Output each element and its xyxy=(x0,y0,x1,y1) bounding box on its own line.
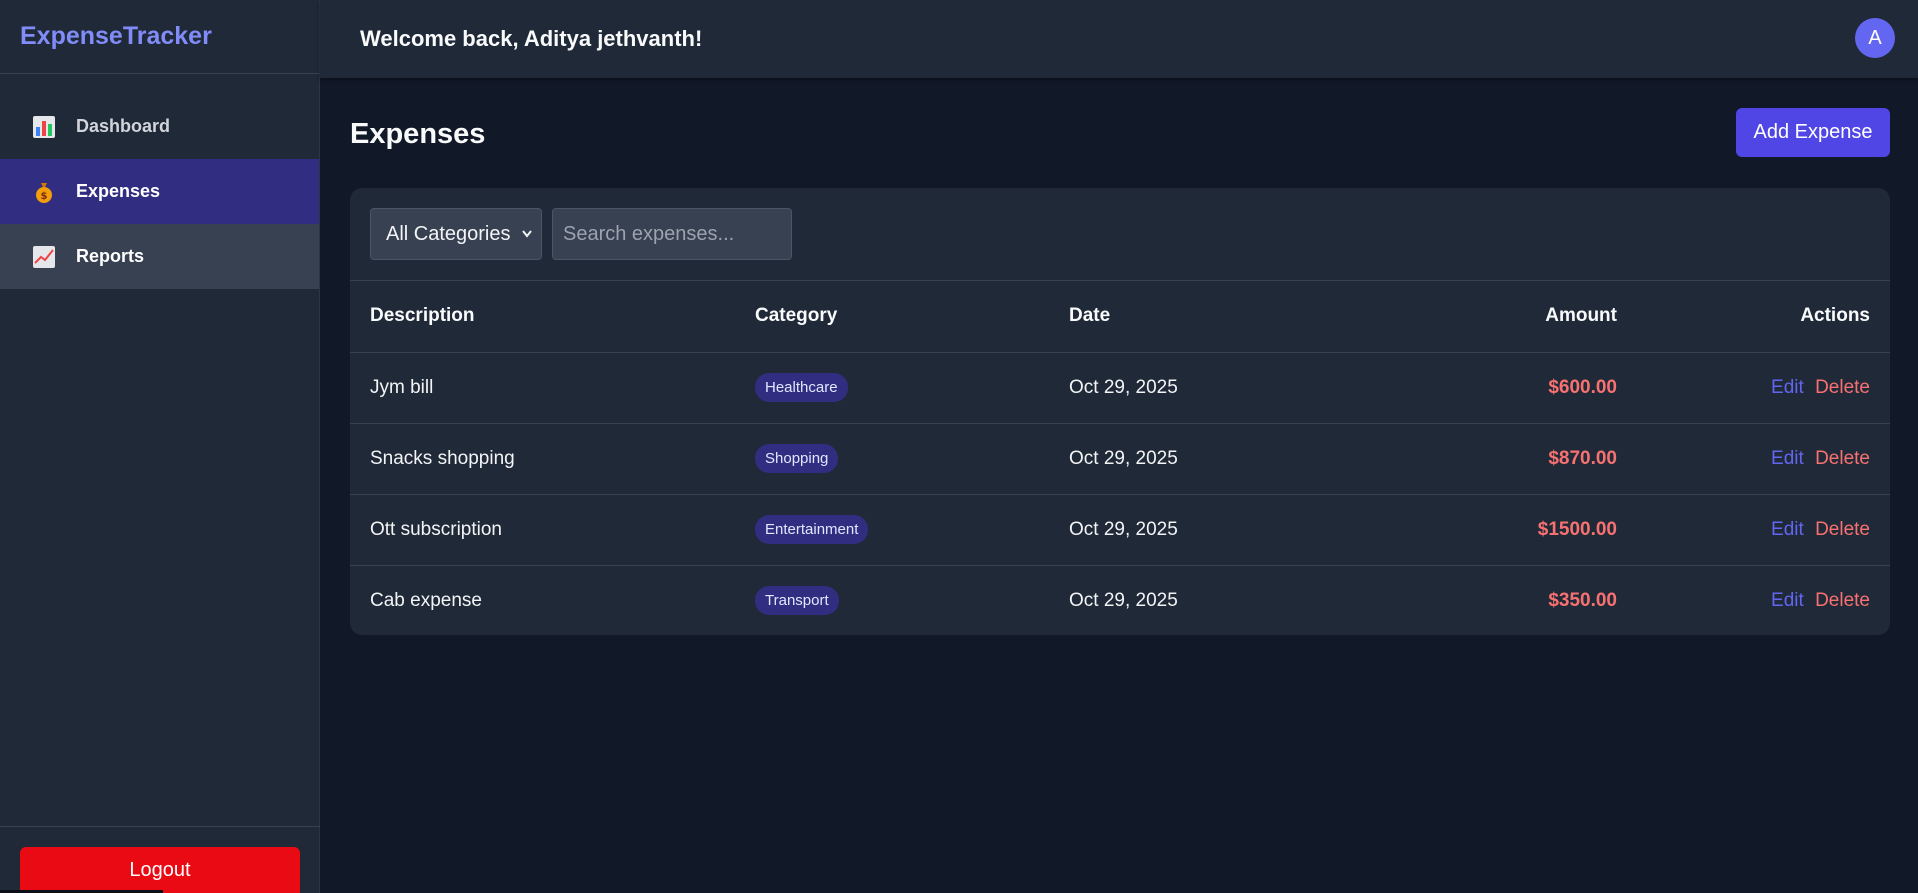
expense-date: Oct 29, 2025 xyxy=(1049,494,1349,566)
expense-amount: $1500.00 xyxy=(1349,494,1637,566)
edit-button[interactable]: Edit xyxy=(1771,590,1804,611)
category-cell: Healthcare xyxy=(735,352,1049,424)
table-row: Snacks shopping Shopping Oct 29, 2025 $8… xyxy=(350,423,1890,495)
expense-amount: $870.00 xyxy=(1349,423,1637,495)
column-header-description[interactable]: Description xyxy=(350,281,735,353)
category-cell: Transport xyxy=(735,565,1049,635)
expense-description: Cab expense xyxy=(370,589,482,611)
welcome-message: Welcome back, Aditya jethvanth! xyxy=(360,26,703,51)
expense-amount: $350.00 xyxy=(1548,589,1617,611)
edit-button[interactable]: Edit xyxy=(1771,519,1804,540)
category-select-value: All Categories xyxy=(386,222,511,245)
delete-button[interactable]: Delete xyxy=(1815,448,1870,469)
category-select[interactable]: All Categories xyxy=(370,208,542,260)
logout-button[interactable]: Logout xyxy=(20,847,300,893)
table-row: Ott subscription Entertainment Oct 29, 2… xyxy=(350,494,1890,566)
expense-date: Oct 29, 2025 xyxy=(1049,352,1349,424)
expenses-table: Description Category Date Amount Actions… xyxy=(350,281,1890,635)
delete-button[interactable]: Delete xyxy=(1815,519,1870,540)
chevron-down-icon xyxy=(521,225,533,249)
page-title: Expenses xyxy=(350,118,486,150)
search-input[interactable] xyxy=(552,208,792,260)
sidebar-item-expenses[interactable]: $ Expenses xyxy=(0,159,319,224)
avatar[interactable]: A xyxy=(1855,18,1895,58)
category-badge: Transport xyxy=(755,586,839,616)
delete-button[interactable]: Delete xyxy=(1815,590,1870,611)
column-header-amount[interactable]: Amount xyxy=(1349,281,1637,353)
category-badge: Shopping xyxy=(755,444,839,473)
row-actions: Edit Delete xyxy=(1637,494,1890,566)
add-expense-button[interactable]: Add Expense xyxy=(1736,108,1890,157)
sidebar-nav: Dashboard $ Expenses Reports xyxy=(0,94,319,289)
category-badge: Healthcare xyxy=(755,373,848,402)
sidebar-item-label: Expenses xyxy=(76,181,161,201)
sidebar-item-label: Reports xyxy=(76,246,145,266)
filter-bar: All Categories xyxy=(350,188,1890,281)
table-row: Cab expense Transport Oct 29, 2025 $350.… xyxy=(350,565,1890,635)
bar-chart-icon xyxy=(32,115,56,139)
row-actions: Edit Delete xyxy=(1637,352,1890,424)
expense-date: Oct 29, 2025 xyxy=(1069,589,1178,611)
column-header-date[interactable]: Date xyxy=(1049,281,1349,353)
sidebar-item-label: Dashboard xyxy=(76,116,171,136)
brand-logo[interactable]: ExpenseTracker xyxy=(0,0,319,74)
expense-description: Ott subscription xyxy=(350,494,735,566)
sidebar-item-reports[interactable]: Reports xyxy=(0,224,319,289)
sidebar-item-dashboard[interactable]: Dashboard xyxy=(0,94,319,159)
edit-button[interactable]: Edit xyxy=(1771,377,1804,398)
table-row: Jym bill Healthcare Oct 29, 2025 $600.00… xyxy=(350,352,1890,424)
sidebar: ExpenseTracker Dashboard $ Expenses Repo… xyxy=(0,0,320,893)
category-badge: Entertainment xyxy=(755,515,869,544)
top-header: Welcome back, Aditya jethvanth! A xyxy=(320,0,1918,78)
category-cell: Entertainment xyxy=(735,494,1049,566)
expense-amount: $600.00 xyxy=(1349,352,1637,424)
expense-description: Snacks shopping xyxy=(350,423,735,495)
column-header-category[interactable]: Category xyxy=(735,281,1049,353)
expenses-card: All Categories Description Category Date… xyxy=(350,188,1890,635)
expense-description: Jym bill xyxy=(350,352,735,424)
money-bag-icon: $ xyxy=(32,180,56,204)
sidebar-footer: Logout xyxy=(0,826,320,893)
expense-date: Oct 29, 2025 xyxy=(1049,423,1349,495)
category-cell: Shopping xyxy=(735,423,1049,495)
row-actions: Edit Delete xyxy=(1637,423,1890,495)
delete-button[interactable]: Delete xyxy=(1815,377,1870,398)
trending-chart-icon xyxy=(32,245,56,269)
svg-text:$: $ xyxy=(41,191,48,202)
row-actions: Edit Delete xyxy=(1637,565,1890,635)
column-header-actions: Actions xyxy=(1637,281,1890,353)
table-header-row: Description Category Date Amount Actions xyxy=(350,281,1890,353)
edit-button[interactable]: Edit xyxy=(1771,448,1804,469)
